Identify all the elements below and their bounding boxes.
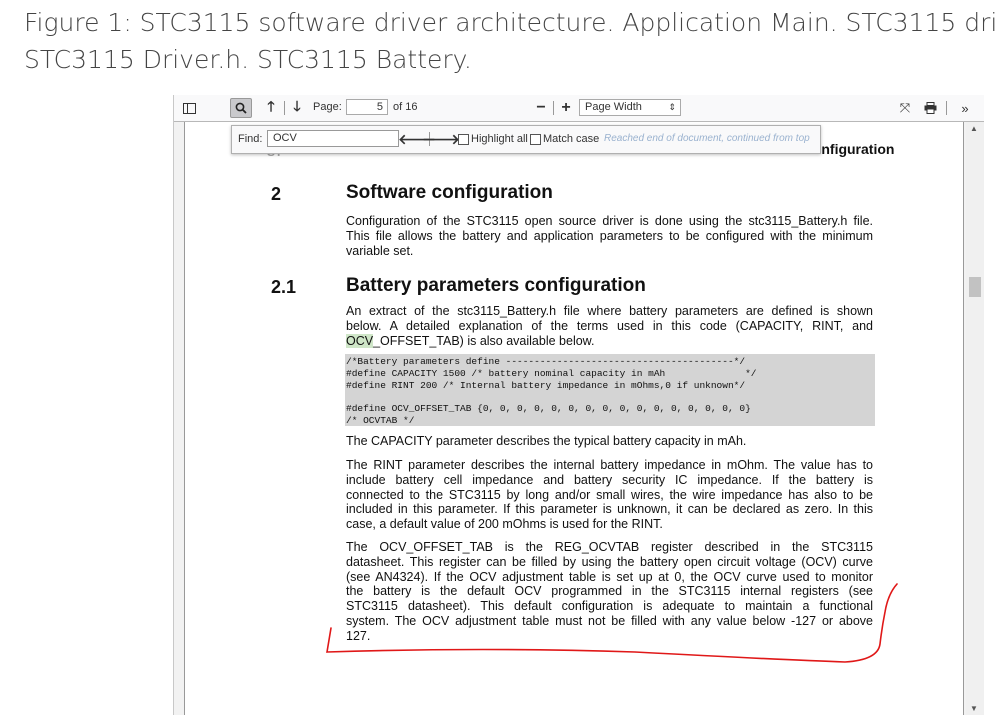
text-line: case, a default value of 200 mOhms is us… <box>346 517 663 532</box>
section-paragraph: Configuration of the STC3115 open source… <box>346 214 873 258</box>
find-status-message: Reached end of document, continued from … <box>604 133 810 144</box>
zoom-out-button[interactable]: − <box>530 98 552 118</box>
subsection-title: Battery parameters configuration <box>346 275 646 296</box>
minus-icon: − <box>536 99 546 116</box>
text-line: The CAPACITY parameter describes the typ… <box>346 434 747 448</box>
arrow-up-icon: 🡑 <box>267 98 275 114</box>
text-line: This file allows the battery and applica… <box>346 228 873 243</box>
text-line: The RINT parameter describes the interna… <box>346 458 873 472</box>
text-line: OCV_OFFSET_TAB) is also available below. <box>346 333 873 349</box>
find-next-button[interactable]: 🡒 <box>422 129 460 149</box>
pdf-viewer: 🡑 🡓 Page: 5 of 16 − + Page Width ⇕ ⤧ » c… <box>173 95 984 715</box>
zoom-select[interactable]: Page Width ⇕ <box>579 99 681 116</box>
text-line: An extract of the stc3115_Battery.h file… <box>346 304 873 318</box>
zoom-select-value: Page Width <box>585 101 642 113</box>
find-label: Find: <box>238 133 263 145</box>
text-line: variable set. <box>346 243 414 258</box>
highlight-all-label[interactable]: Highlight all <box>471 133 528 145</box>
text-line: system. The OCV adjustment table must no… <box>346 613 873 628</box>
pdf-toolbar: 🡑 🡓 Page: 5 of 16 − + Page Width ⇕ ⤧ » <box>174 95 984 122</box>
section-title: Software configuration <box>346 182 553 203</box>
text-line: included in this parameter. If this para… <box>346 502 873 517</box>
print-button[interactable] <box>919 98 941 118</box>
find-toggle-button[interactable] <box>230 98 252 118</box>
scrollbar-thumb[interactable] <box>969 277 981 297</box>
pdf-page: ST Software configuration 2 Software con… <box>184 122 964 715</box>
select-arrows-icon: ⇕ <box>668 102 676 112</box>
match-case-label[interactable]: Match case <box>543 133 599 145</box>
find-match-highlight: OCV <box>346 333 374 348</box>
highlight-all-checkbox[interactable] <box>458 134 469 145</box>
text-line-tail: _OFFSET_TAB) is also available below. <box>373 333 595 348</box>
text-line: datasheet. This register can be filled b… <box>346 554 873 569</box>
vertical-scrollbar[interactable]: ▲ ▼ <box>966 122 984 715</box>
tools-menu-button[interactable]: » <box>954 98 976 118</box>
text-line: STC3115 datasheet). This default configu… <box>346 599 873 614</box>
text-line: include battery cell impedance and batte… <box>346 472 873 487</box>
caption-line-2: STC3115 Driver.h. STC3115 Battery. <box>24 45 472 74</box>
double-chevron-right-icon: » <box>961 100 969 116</box>
match-case-checkbox[interactable] <box>530 134 541 145</box>
text-line: the battery is the default OCV programme… <box>346 584 873 599</box>
subsection-paragraph: An extract of the stc3115_Battery.h file… <box>346 304 873 348</box>
rint-paragraph: The RINT parameter describes the interna… <box>346 458 873 532</box>
printer-icon <box>924 102 936 114</box>
arrow-down-icon: 🡓 <box>293 98 301 114</box>
figure-caption: Figure 1: STC3115 software driver archit… <box>24 4 999 84</box>
zoom-in-button[interactable]: + <box>555 98 577 118</box>
text-line: below. A detailed explanation of the ter… <box>346 318 873 333</box>
previous-page-button[interactable]: 🡑 <box>260 98 282 118</box>
ocv-paragraph: The OCV_OFFSET_TAB is the REG_OCVTAB reg… <box>346 540 873 644</box>
text-line: 127. <box>346 628 371 643</box>
next-page-button[interactable]: 🡓 <box>286 98 308 118</box>
caption-line-1: Figure 1: STC3115 software driver archit… <box>24 8 999 37</box>
search-icon <box>235 102 247 114</box>
sidebar-toggle-icon[interactable] <box>178 98 200 118</box>
text-line: (see AN4324). If the OCV adjustment tabl… <box>346 569 873 584</box>
page-number-input[interactable]: 5 <box>346 99 388 115</box>
text-line: Configuration of the STC3115 open source… <box>346 214 873 228</box>
capacity-paragraph: The CAPACITY parameter describes the typ… <box>346 434 873 449</box>
plus-icon: + <box>561 99 571 116</box>
text-line: connected to the STC3115 by long and/or … <box>346 487 873 502</box>
code-block: /*Battery parameters define ------------… <box>345 354 875 426</box>
page-total: of 16 <box>393 101 418 113</box>
section-number: 2 <box>271 184 282 204</box>
arrow-right-icon: 🡒 <box>422 130 460 147</box>
presentation-mode-button[interactable]: ⤧ <box>894 98 916 118</box>
scroll-down-arrow-icon[interactable]: ▼ <box>970 704 978 713</box>
scroll-up-arrow-icon[interactable]: ▲ <box>970 124 978 133</box>
fullscreen-icon: ⤧ <box>899 100 911 115</box>
find-bar: Find: OCV 🡐 🡒 Highlight all Match case R… <box>231 125 821 154</box>
subsection-number: 2.1 <box>271 277 297 297</box>
text-line: The OCV_OFFSET_TAB is the REG_OCVTAB reg… <box>346 540 873 554</box>
page-label: Page: <box>313 101 342 113</box>
find-input[interactable]: OCV <box>267 130 399 147</box>
